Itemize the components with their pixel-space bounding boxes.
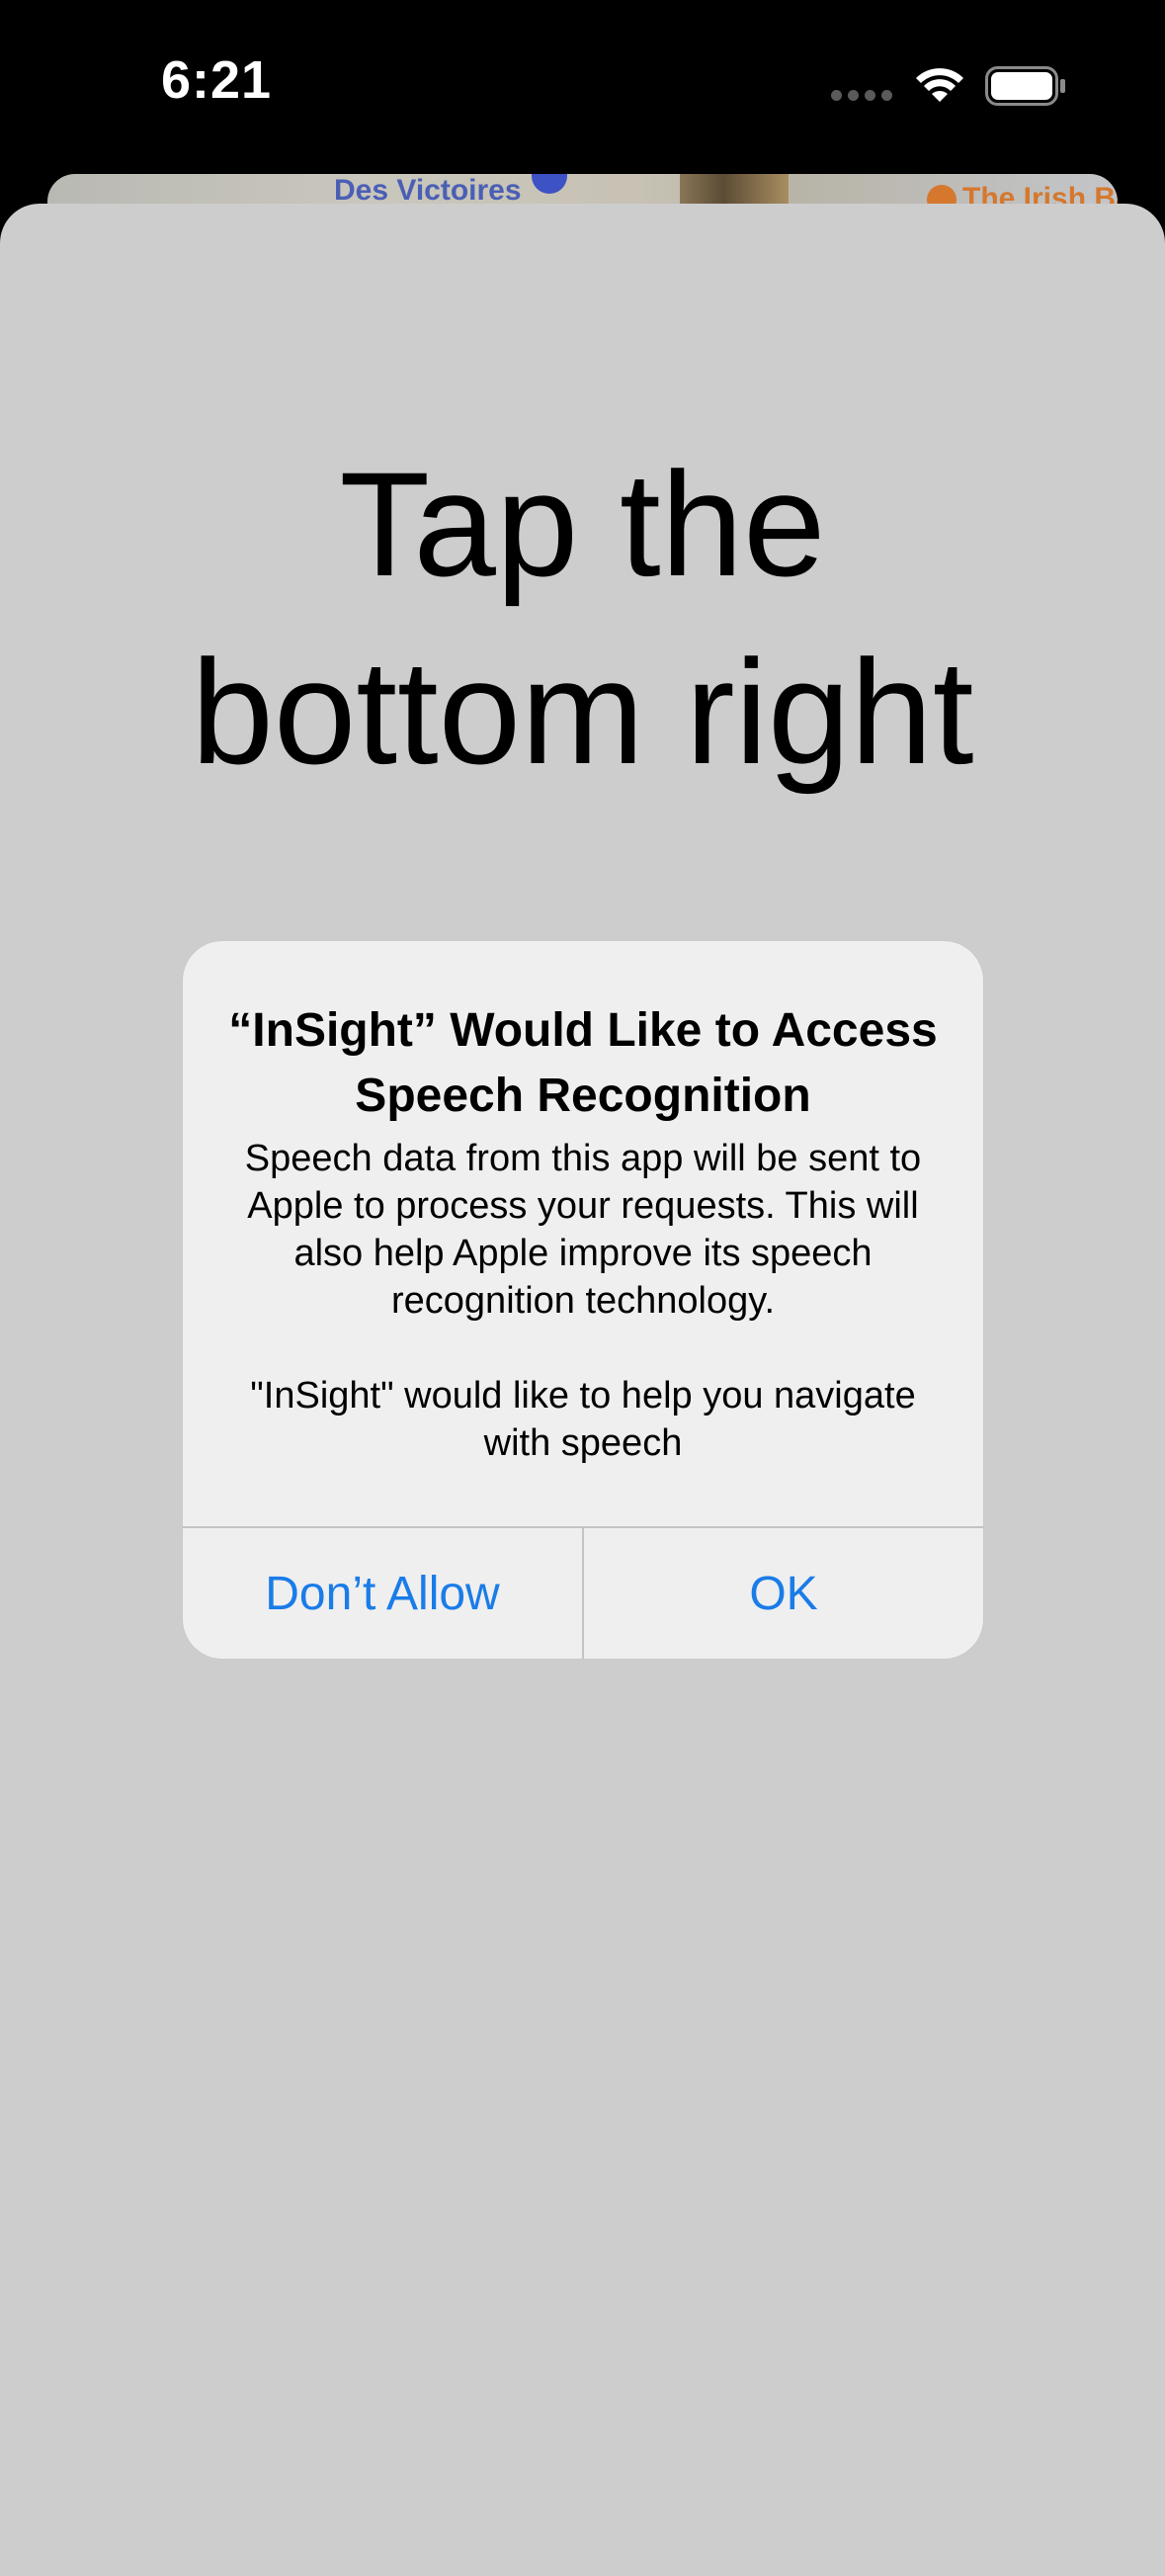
- instruction-line-2: bottom right: [191, 629, 974, 795]
- signal-dots-icon: [831, 89, 892, 101]
- permission-alert: “InSight” Would Like to Access Speech Re…: [183, 941, 983, 1659]
- alert-message: Speech data from this app will be sent t…: [212, 1135, 954, 1467]
- ok-button[interactable]: OK: [584, 1528, 983, 1659]
- wifi-icon: [916, 68, 963, 102]
- alert-message-primary: Speech data from this app will be sent t…: [244, 1138, 922, 1322]
- instruction-line-1: Tap the: [339, 441, 826, 607]
- dont-allow-button[interactable]: Don’t Allow: [183, 1528, 582, 1659]
- map-label-left: Des Victoires: [334, 174, 522, 207]
- alert-message-secondary: "InSight" would like to help you navigat…: [250, 1375, 916, 1464]
- status-icons: [831, 61, 1066, 111]
- alert-title: “InSight” Would Like to Access Speech Re…: [228, 1004, 938, 1122]
- status-bar: 6:21: [0, 0, 1165, 173]
- battery-icon: [985, 66, 1065, 106]
- instruction-text: Tap the bottom right: [0, 430, 1165, 806]
- status-time: 6:21: [161, 50, 273, 110]
- metro-icon: [532, 174, 567, 194]
